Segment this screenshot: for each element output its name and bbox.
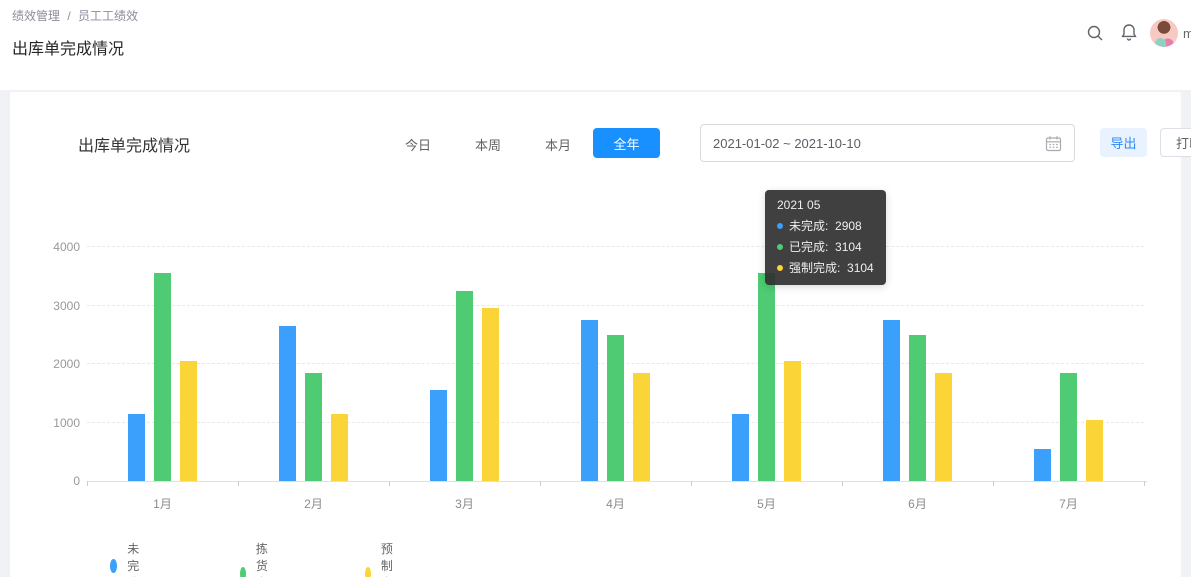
legend-dot [240, 567, 246, 577]
bar-拣货完成-5月[interactable] [758, 273, 775, 481]
x-axis-label: 5月 [727, 495, 807, 512]
legend-item-未完成[interactable]: 未完成 [110, 540, 146, 577]
breadcrumb-separator: / [67, 9, 70, 23]
gridline [87, 246, 1144, 247]
date-range-input[interactable] [713, 125, 1033, 161]
legend-dot [365, 567, 371, 577]
x-axis-tick [1144, 481, 1145, 486]
tooltip-label: 已完成: 3104 [789, 238, 862, 255]
chart-tooltip: 2021 05 未完成: 2908 已完成: 3104 强制完成: 3104 [765, 190, 886, 285]
legend-label: 未完成 [127, 540, 146, 577]
bar-未完成-6月[interactable] [883, 320, 900, 481]
x-axis-label: 4月 [576, 495, 656, 512]
bar-拣货完成-6月[interactable] [909, 335, 926, 481]
x-axis-tick [238, 481, 239, 486]
bar-预制完成-4月[interactable] [633, 373, 650, 481]
export-button[interactable]: 导出 [1100, 128, 1147, 157]
bar-预制完成-2月[interactable] [331, 414, 348, 481]
y-axis-label: 4000 [40, 240, 80, 254]
date-range-picker[interactable] [700, 124, 1075, 162]
y-axis-label: 2000 [40, 357, 80, 371]
x-axis-tick [691, 481, 692, 486]
filter-today[interactable]: 今日 [405, 135, 431, 154]
bar-未完成-5月[interactable] [732, 414, 749, 481]
bar-预制完成-5月[interactable] [784, 361, 801, 481]
tooltip-row: 强制完成: 3104 [777, 259, 874, 276]
breadcrumb-item-employee-performance[interactable]: 员工工绩效 [78, 9, 138, 23]
gridline [87, 305, 1144, 306]
search-icon[interactable] [1086, 24, 1104, 47]
breadcrumb: 绩效管理 / 员工工绩效 [12, 7, 142, 24]
tooltip-row: 未完成: 2908 [777, 217, 874, 234]
tooltip-row: 已完成: 3104 [777, 238, 874, 255]
page: 绩效管理 / 员工工绩效 出库单完成情况 m 出库单完成情况 今日 本周 本月 [0, 0, 1191, 577]
bar-未完成-4月[interactable] [581, 320, 598, 481]
x-axis-label: 3月 [425, 495, 505, 512]
x-axis-tick [540, 481, 541, 486]
bar-拣货完成-7月[interactable] [1060, 373, 1077, 481]
legend-item-预制完成[interactable]: 预制完成 [365, 540, 401, 577]
print-button[interactable]: 打印 [1160, 128, 1191, 157]
calendar-icon[interactable] [1045, 135, 1062, 157]
legend-label: 拣货完成 [256, 540, 276, 577]
username-text: m [1183, 26, 1191, 41]
legend-dot [110, 559, 117, 573]
bar-预制完成-7月[interactable] [1086, 420, 1103, 481]
filter-full-year-button[interactable]: 全年 [593, 128, 660, 158]
bar-拣货完成-3月[interactable] [456, 291, 473, 481]
x-axis-tick [87, 481, 88, 486]
content-area: 出库单完成情况 今日 本周 本月 全年 [0, 90, 1191, 577]
bar-chart: 01000200030004000 1月 2月 3月 4月 5月 6月 7月 [50, 237, 1170, 527]
bar-拣货完成-4月[interactable] [607, 335, 624, 481]
y-axis-label: 1000 [40, 416, 80, 430]
bar-拣货完成-1月[interactable] [154, 273, 171, 481]
x-axis-label: 2月 [274, 495, 354, 512]
x-axis-tick [389, 481, 390, 486]
x-axis-label: 6月 [878, 495, 958, 512]
filter-this-month[interactable]: 本月 [545, 135, 571, 154]
y-axis-label: 3000 [40, 299, 80, 313]
filter-this-week[interactable]: 本周 [475, 135, 501, 154]
plot-area [87, 241, 1144, 481]
bar-预制完成-1月[interactable] [180, 361, 197, 481]
x-axis-tick [842, 481, 843, 486]
bar-预制完成-3月[interactable] [482, 308, 499, 481]
tooltip-title: 2021 05 [777, 198, 874, 212]
bar-未完成-2月[interactable] [279, 326, 296, 481]
x-axis-label: 7月 [1029, 495, 1109, 512]
x-axis-label: 1月 [123, 495, 203, 512]
bar-未完成-1月[interactable] [128, 414, 145, 481]
legend-label: 预制完成 [381, 540, 401, 577]
y-axis-labels: 01000200030004000 [50, 241, 80, 481]
legend-item-拣货完成[interactable]: 拣货完成 [240, 540, 276, 577]
chart-card: 出库单完成情况 今日 本周 本月 全年 [10, 92, 1181, 577]
tooltip-dot-completed [777, 244, 783, 250]
top-header: 绩效管理 / 员工工绩效 出库单完成情况 m [0, 0, 1191, 90]
x-axis-tick [993, 481, 994, 486]
user-avatar[interactable] [1150, 19, 1178, 47]
bar-未完成-3月[interactable] [430, 390, 447, 481]
tooltip-label: 强制完成: 3104 [789, 259, 874, 276]
tooltip-dot-unfinished [777, 223, 783, 229]
time-filter-group: 今日 本周 本月 [405, 135, 571, 154]
tooltip-dot-forced [777, 265, 783, 271]
x-axis-line [87, 481, 1147, 482]
breadcrumb-item-performance[interactable]: 绩效管理 [12, 9, 60, 23]
bar-未完成-7月[interactable] [1034, 449, 1051, 481]
bar-拣货完成-2月[interactable] [305, 373, 322, 481]
bar-预制完成-6月[interactable] [935, 373, 952, 481]
chart-card-title: 出库单完成情况 [78, 132, 190, 156]
y-axis-label: 0 [40, 474, 80, 488]
bell-icon[interactable] [1120, 23, 1138, 47]
tooltip-label: 未完成: 2908 [789, 217, 862, 234]
page-title: 出库单完成情况 [12, 35, 124, 59]
